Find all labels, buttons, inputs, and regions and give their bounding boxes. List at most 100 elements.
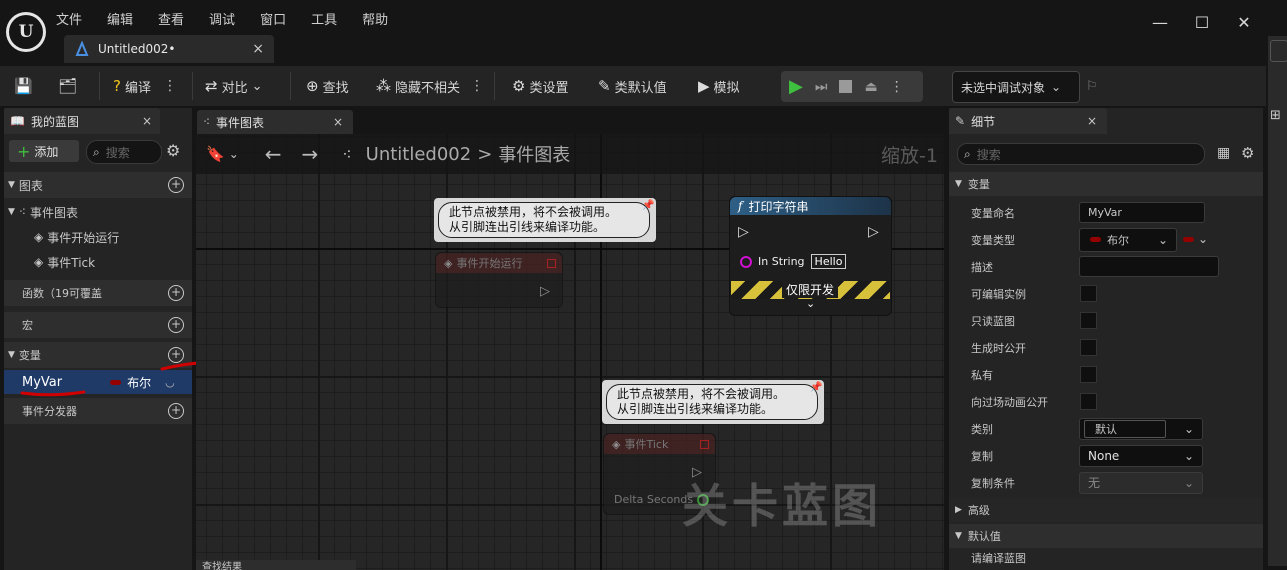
expose-cinematics-label: 向过场动画公开: [971, 395, 1048, 409]
find-results-tab[interactable]: 查找结果: [196, 560, 356, 570]
private-checkbox[interactable]: [1080, 366, 1097, 383]
table-view-icon[interactable]: ▦: [1217, 145, 1230, 161]
graph-icon: ⁖: [203, 115, 211, 129]
row-replication-condition: 复制条件 无 ⌄: [949, 469, 1263, 496]
category-value: 默认: [1095, 422, 1117, 436]
container-type-dropdown[interactable]: ⌄: [1183, 232, 1208, 246]
variable-name-label: 变量命名: [971, 206, 1015, 220]
chevron-down-icon: ⌄: [1157, 232, 1168, 247]
variable-name-value: MyVar: [1088, 206, 1122, 219]
row-variable-type: 变量类型 布尔 ⌄ ⌄: [949, 226, 1263, 253]
replication-condition-dropdown[interactable]: 无 ⌄: [1079, 471, 1203, 494]
row-category: 类别 默认 ⌄: [949, 415, 1263, 442]
graph-icon: ⁖: [342, 144, 352, 164]
in-string-pin[interactable]: In String Hello: [740, 254, 847, 269]
node-begin-title: 事件开始运行: [456, 257, 523, 270]
pin-comment-icon[interactable]: 📌: [810, 382, 822, 393]
graph-watermark: 关卡蓝图: [682, 479, 882, 533]
section-advanced[interactable]: ▶ 高级: [949, 498, 1263, 522]
section-default-value[interactable]: ▼ 默认值: [949, 524, 1263, 548]
print-node-title: 打印字符串: [748, 199, 809, 214]
bool-pin-icon: [1183, 236, 1194, 242]
row-replication: 复制 None ⌄: [949, 442, 1263, 469]
description-label: 描述: [971, 260, 993, 274]
disabled-comment-bubble: 此节点被禁用，将不会被调用。 从引脚连出引线来编译功能。 📌: [434, 198, 656, 242]
breadcrumb-root[interactable]: Untitled002: [366, 144, 472, 165]
settings-gear-icon[interactable]: ⚙: [1241, 144, 1254, 162]
chevron-down-icon: ⌄: [1183, 421, 1194, 436]
row-description: 描述: [949, 253, 1263, 280]
collapse-arrow-icon: ▼: [955, 179, 962, 189]
row-expose-spawn: 生成时公开: [949, 334, 1263, 361]
editable-label: 可编辑实例: [971, 287, 1026, 301]
variable-type-label: 变量类型: [971, 233, 1015, 247]
details-search-input[interactable]: ⌕ 搜索: [957, 143, 1205, 165]
row-expose-cinematics: 向过场动画公开: [949, 388, 1263, 415]
event-graph-tab-label: 事件图表: [216, 115, 265, 130]
node-print-string[interactable]: f 打印字符串 ▷ ▷ In String Hello 仅限开发 ⌄: [729, 196, 892, 316]
details-tab-label: 细节: [971, 114, 996, 129]
variable-name-input[interactable]: MyVar: [1079, 202, 1205, 223]
delegate-pin-icon[interactable]: [700, 439, 709, 449]
replication-label: 复制: [971, 449, 993, 463]
description-input[interactable]: [1079, 256, 1219, 277]
chevron-down-icon: ⌄: [1183, 448, 1194, 463]
disabled-comment-text: 此节点被禁用，将不会被调用。 从引脚连出引线来编译功能。: [606, 384, 818, 420]
tab-close-icon[interactable]: ×: [333, 115, 343, 129]
variable-type-dropdown[interactable]: 布尔 ⌄: [1079, 227, 1177, 252]
readonly-checkbox[interactable]: [1080, 312, 1097, 329]
node-event-begin-play[interactable]: ◈ 事件开始运行 ▷: [435, 252, 563, 308]
event-diamond-icon: ◈: [444, 256, 453, 270]
replication-condition-label: 复制条件: [971, 476, 1015, 490]
row-readonly: 只读蓝图: [949, 307, 1263, 334]
collapse-arrow-icon: ▼: [955, 531, 962, 541]
pin-comment-icon[interactable]: 📌: [642, 200, 654, 211]
in-string-label: In String: [758, 255, 805, 268]
expand-chevron-icon[interactable]: ⌄: [806, 297, 815, 310]
chevron-down-icon[interactable]: ⌄: [229, 147, 239, 161]
breadcrumb-current: 事件图表: [498, 145, 571, 166]
forward-arrow-icon[interactable]: →: [302, 142, 319, 166]
node-tick-title: 事件Tick: [624, 438, 669, 451]
replication-value: None: [1088, 448, 1120, 463]
bool-pin-icon: [1090, 237, 1101, 242]
disabled-comment-bubble: 此节点被禁用，将不会被调用。 从引脚连出引线来编译功能。 📌: [602, 380, 824, 424]
expose-cinematics-checkbox[interactable]: [1080, 393, 1097, 410]
bookmark-icon[interactable]: 🔖: [206, 145, 225, 163]
in-string-value[interactable]: Hello: [810, 254, 847, 269]
details-tab[interactable]: ✎ 细节 ×: [949, 108, 1107, 134]
replication-dropdown[interactable]: None ⌄: [1079, 444, 1203, 467]
expose-spawn-checkbox[interactable]: [1080, 339, 1097, 356]
pencil-icon: ✎: [955, 114, 966, 128]
compile-hint: 请编译蓝图: [971, 552, 1026, 565]
exec-in-pin-icon[interactable]: ▷: [738, 224, 749, 240]
exec-out-pin-icon[interactable]: ▷: [868, 224, 879, 240]
chevron-down-icon: ⌄: [1198, 232, 1209, 246]
category-label: 类别: [971, 422, 993, 436]
section-default-value-label: 默认值: [967, 530, 1001, 543]
row-variable-name: 变量命名 MyVar: [949, 199, 1263, 226]
variable-type-value: 布尔: [1107, 233, 1129, 247]
back-arrow-icon[interactable]: ←: [265, 142, 282, 166]
find-results-label: 查找结果: [202, 561, 242, 570]
event-graph-tab[interactable]: ⁖ 事件图表 ×: [197, 110, 353, 134]
category-input[interactable]: 默认: [1084, 419, 1166, 438]
zoom-level: 缩放-1: [881, 144, 938, 167]
section-variable[interactable]: ▼ 变量: [949, 172, 1263, 196]
search-icon: ⌕: [964, 146, 971, 161]
tab-close-icon[interactable]: ×: [1087, 114, 1097, 128]
section-variable-label: 变量: [967, 178, 990, 191]
editable-checkbox[interactable]: [1080, 285, 1097, 302]
details-panel: ✎ 细节 × ⌕ 搜索 ▦ ⚙ ▼ 变量 变量命名 MyVar 变量类型 布尔 …: [949, 108, 1263, 570]
expose-spawn-label: 生成时公开: [971, 341, 1026, 355]
chevron-down-icon: ⌄: [1183, 475, 1194, 490]
function-icon: f: [738, 199, 743, 213]
exec-pin-icon[interactable]: ▷: [540, 284, 550, 299]
private-label: 私有: [971, 368, 993, 382]
string-pin-icon: [740, 255, 752, 268]
expand-arrow-icon: ▶: [955, 505, 962, 515]
replication-condition-value: 无: [1088, 476, 1101, 490]
delegate-pin-icon[interactable]: [547, 258, 556, 268]
category-combo[interactable]: 默认 ⌄: [1079, 417, 1203, 440]
graph-header: 🔖 ⌄ ← → ⁖ Untitled002 > 事件图表 缩放-1: [196, 134, 944, 174]
